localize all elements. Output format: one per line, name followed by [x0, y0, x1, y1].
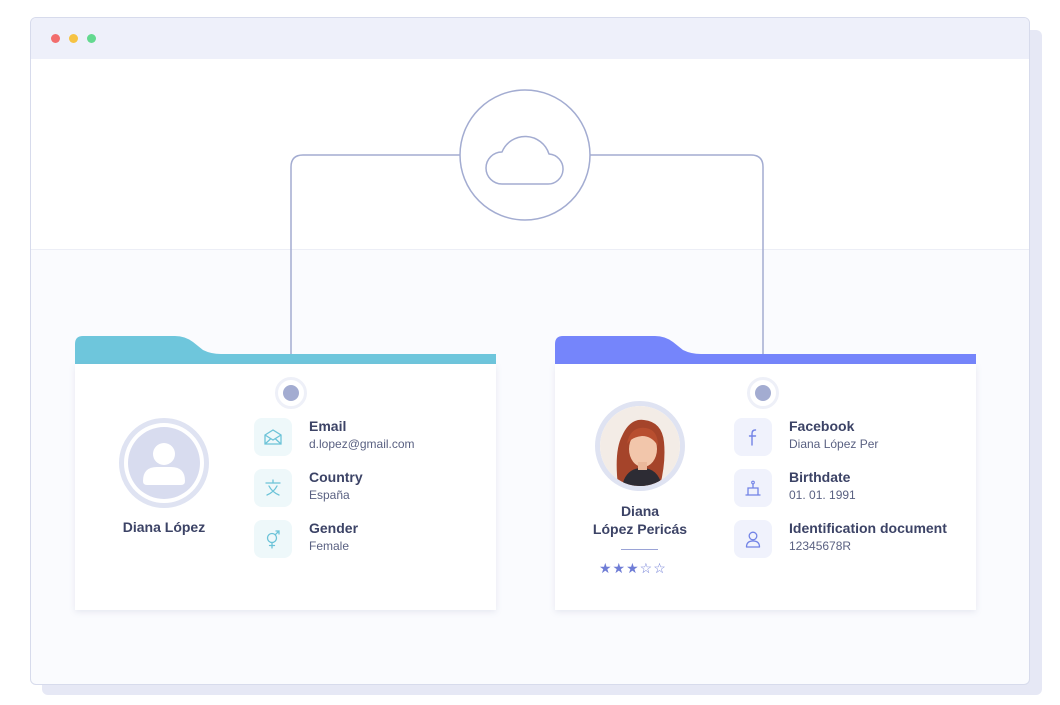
- field-value: 12345678R: [789, 539, 852, 553]
- person-name: Diana López: [122, 519, 206, 535]
- field-value: Diana López Per: [789, 437, 879, 451]
- facebook-icon: [734, 418, 772, 456]
- field-label: Birthdate: [789, 469, 851, 485]
- field-label: Identification document: [789, 520, 947, 536]
- field-value: 01. 01. 1991: [789, 488, 856, 502]
- rating-stars: ★★★☆☆: [599, 560, 667, 576]
- country-field: Country España: [254, 469, 474, 509]
- connector-node: [275, 377, 307, 409]
- birthdate-field: Birthdate 01. 01. 1991: [734, 469, 964, 509]
- field-label: Country: [309, 469, 363, 485]
- email-field: Email d.lopez@gmail.com: [254, 418, 474, 458]
- user-placeholder-icon: [128, 427, 200, 499]
- gender-icon: [254, 520, 292, 558]
- user-outline-icon: [734, 520, 772, 558]
- field-value: España: [309, 488, 350, 502]
- id-document-field: Identification document 12345678R: [734, 520, 964, 560]
- profile-card-enriched: Diana López Pericás ★★★☆☆ Facebook Diana…: [555, 336, 976, 610]
- profile-photo-illustration: [600, 406, 680, 486]
- field-value: d.lopez@gmail.com: [309, 437, 415, 451]
- folder-tab: [555, 336, 976, 366]
- profile-card-basic: Diana López Email d.lopez@gmail.com Coun…: [75, 336, 496, 610]
- field-label: Email: [309, 418, 347, 434]
- connector-node: [747, 377, 779, 409]
- name-divider: [621, 549, 658, 550]
- facebook-field: Facebook Diana López Per: [734, 418, 964, 458]
- field-value: Female: [309, 539, 350, 553]
- gender-field: Gender Female: [254, 520, 474, 560]
- cloud-hub: [459, 89, 591, 221]
- field-label: Gender: [309, 520, 359, 536]
- profile-photo: [595, 401, 685, 491]
- folder-tab: [75, 336, 496, 366]
- field-label: Facebook: [789, 418, 855, 434]
- avatar: [119, 418, 209, 508]
- person-name-first: Diana: [620, 503, 660, 519]
- language-icon: [254, 469, 292, 507]
- birthday-cake-icon: [734, 469, 772, 507]
- person-name-last: López Pericás: [592, 521, 688, 537]
- mail-icon: [254, 418, 292, 456]
